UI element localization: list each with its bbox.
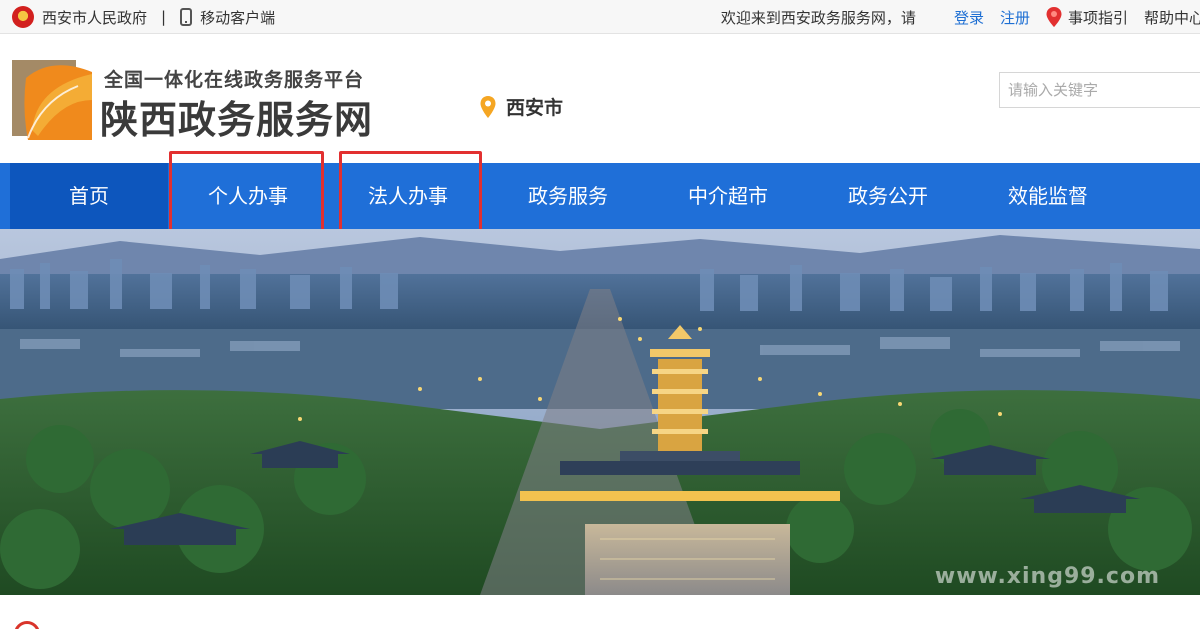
location-pin-icon [1046,7,1062,27]
mobile-client-link[interactable]: 移动客户端 [200,7,275,28]
section-icon [14,621,40,629]
nav-home[interactable]: 首页 [10,163,168,229]
hero-banner: www.xing99.com [0,229,1200,595]
platform-slogan: 全国一体化在线政务服务平台 [104,69,365,91]
map-marker-icon [480,95,496,118]
site-title: 陕西政务服务网 [100,98,374,142]
nav-government-services[interactable]: 政务服务 [488,163,648,229]
top-bar-right: 欢迎来到西安政务服务网，请 登录 注册 事项指引 帮助中心 [721,0,1200,34]
welcome-text: 欢迎来到西安政务服务网，请 [720,8,916,27]
service-guide-link[interactable]: 事项指引 [1068,7,1128,28]
city-selector[interactable]: 西安市 [480,93,563,120]
nav-agency-market[interactable]: 中介超市 [648,163,808,229]
watermark-text: www.xing99.com [934,564,1160,589]
city-skyline-image [0,229,1200,595]
site-logo-icon[interactable] [12,60,94,142]
main-nav: 首页 个人办事 法人办事 政务服务 中介超市 政务公开 效能监督 [0,163,1200,229]
bottom-section [0,595,1200,629]
help-center-link[interactable]: 帮助中心 [1144,7,1200,28]
city-name: 西安市 [506,97,564,119]
gov-name-link[interactable]: 西安市人民政府 [42,7,147,28]
nav-government-disclosure[interactable]: 政务公开 [808,163,968,229]
top-bar-left: 西安市人民政府 | 移动客户端 [12,0,275,34]
site-header: 全国一体化在线政务服务平台 陕西政务服务网 西安市 [0,35,1200,163]
divider: | [161,8,167,26]
register-link[interactable]: 注册 [1000,7,1030,28]
login-link[interactable]: 登录 [954,7,984,28]
nav-performance-supervision[interactable]: 效能监督 [968,163,1128,229]
search-input[interactable] [999,72,1200,108]
mobile-phone-icon [180,8,193,26]
top-bar: 西安市人民政府 | 移动客户端 欢迎来到西安政务服务网，请 登录 注册 事项指引… [0,0,1200,34]
nav-personal-affairs[interactable]: 个人办事 [168,163,328,229]
national-emblem-icon [12,6,34,28]
nav-corporate-affairs[interactable]: 法人办事 [328,163,488,229]
